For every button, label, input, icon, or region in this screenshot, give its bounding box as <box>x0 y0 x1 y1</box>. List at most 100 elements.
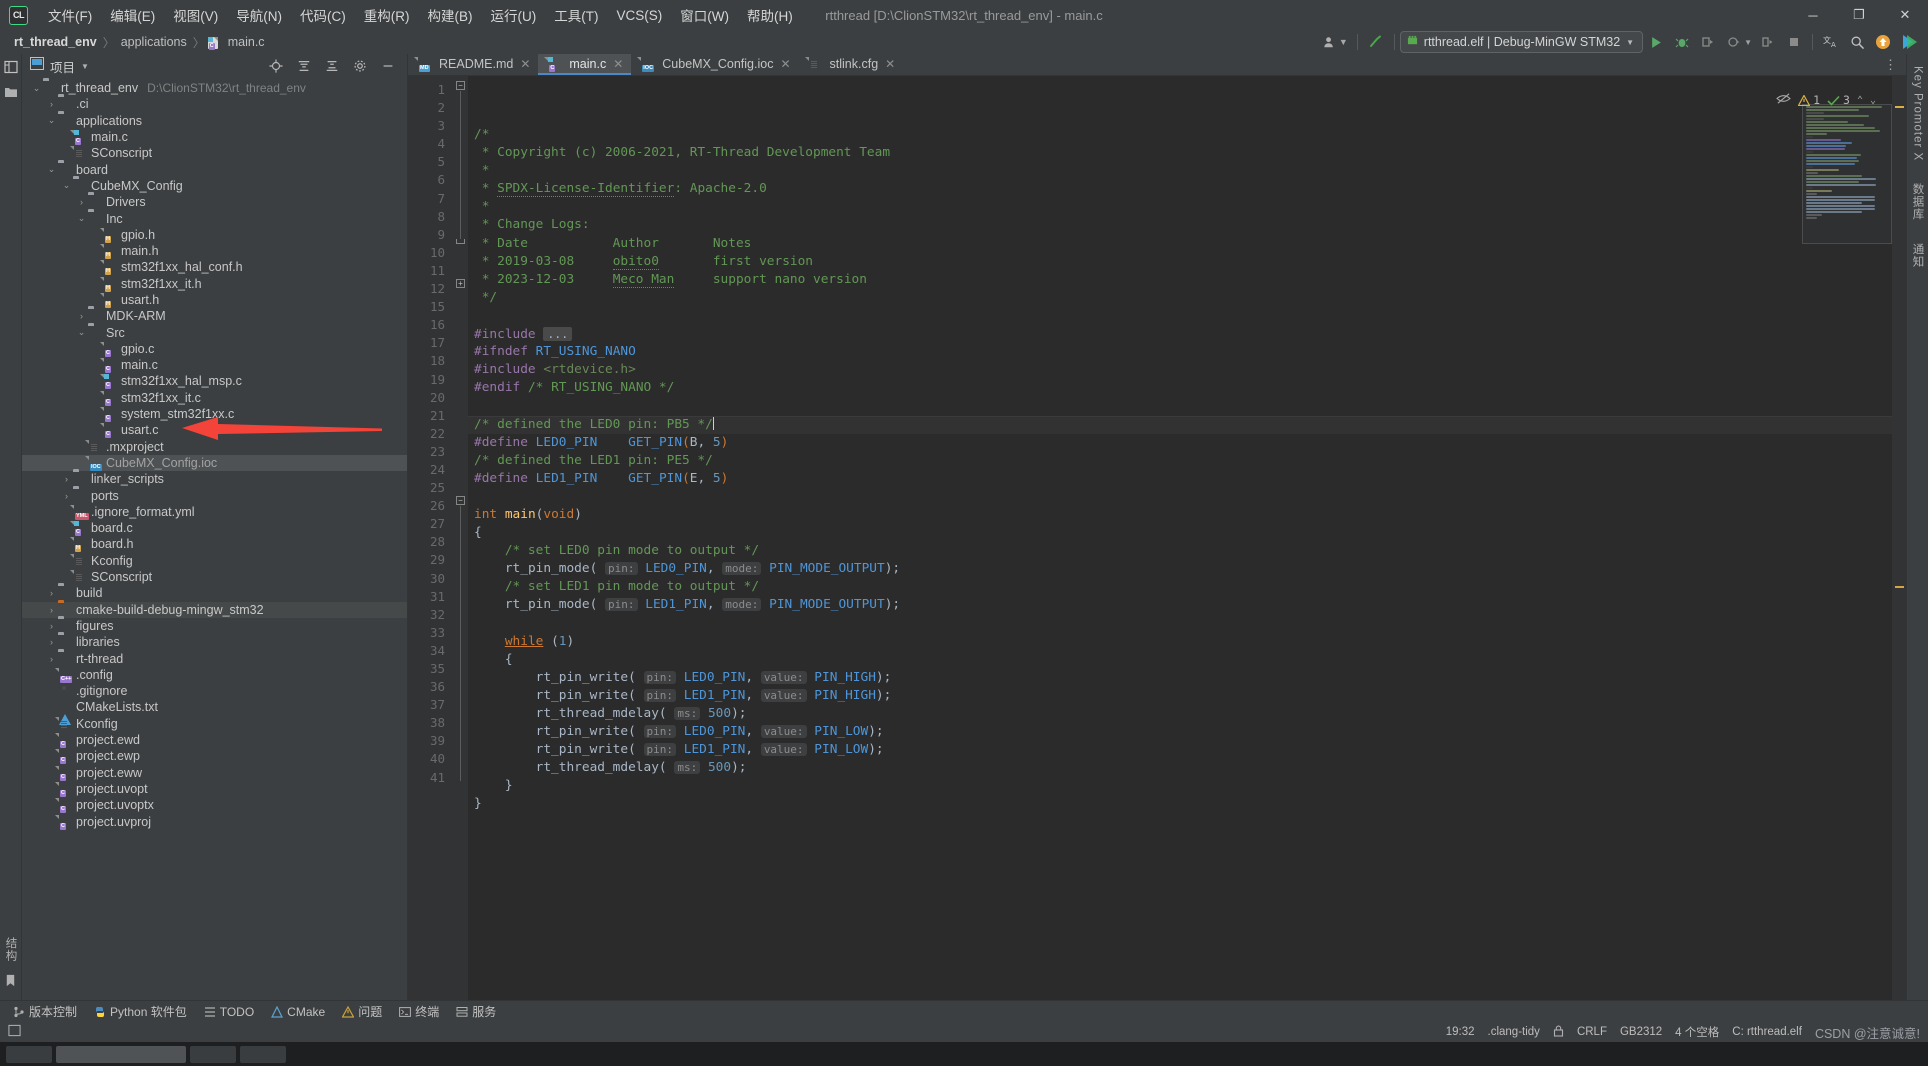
tree-node-project-uvopt[interactable]: Cproject.uvopt <box>22 781 407 797</box>
fold-collapse-icon[interactable]: − <box>456 81 465 90</box>
tree-node-usart-h[interactable]: Husart.h <box>22 292 407 308</box>
build-target[interactable]: C: rtthread.elf <box>1732 1026 1802 1038</box>
ide-feature-icon[interactable] <box>1896 31 1922 53</box>
code-line[interactable]: * Date Author Notes <box>468 235 1892 253</box>
hide-inspections-icon[interactable] <box>1679 78 1791 122</box>
close-tab-icon[interactable]: ✕ <box>885 57 895 71</box>
menu-item-code[interactable]: 代码(C) <box>291 2 355 28</box>
code-folding-gutter[interactable]: − + − <box>454 76 468 1000</box>
more-options-icon[interactable]: ⋮ <box>1884 57 1898 73</box>
code-line[interactable]: /* set LED0 pin mode to output */ <box>468 542 1892 560</box>
tree-node-project-uvoptx[interactable]: Cproject.uvoptx <box>22 797 407 814</box>
close-tab-icon[interactable]: ✕ <box>780 57 790 71</box>
chevron-down-icon[interactable]: ⌄ <box>60 180 73 191</box>
code-line[interactable]: rt_pin_mode( pin: LED1_PIN, mode: PIN_MO… <box>468 596 1892 614</box>
sidebar-tab-notifications[interactable]: 通知 <box>1908 237 1928 274</box>
build-hammer-icon[interactable] <box>1363 31 1389 53</box>
maximize-button[interactable]: ❐ <box>1836 0 1882 30</box>
prev-highlight-icon[interactable]: ⌃ <box>1857 95 1863 106</box>
caret-position[interactable]: 19:32 <box>1446 1026 1475 1038</box>
run-configuration-selector[interactable]: rtthread.elf | Debug-MinGW STM32 ▼ <box>1399 31 1644 53</box>
editor-tab-main-c[interactable]: Cmain.c ✕ <box>538 54 632 75</box>
tool-button-terminal[interactable]: 终端 <box>392 1002 446 1021</box>
code-line[interactable]: * 2019-03-08 obito0 first version <box>468 253 1892 271</box>
sidebar-tab-database[interactable]: 数据库 <box>1908 177 1928 227</box>
tree-node-project-eww[interactable]: Cproject.eww <box>22 764 407 781</box>
fold-expand-include-icon[interactable]: + <box>456 279 465 288</box>
fold-collapse-main-icon[interactable]: − <box>456 496 465 505</box>
chevron-down-icon[interactable]: ⌄ <box>75 327 88 338</box>
code-line[interactable]: int main(void) <box>468 506 1892 524</box>
tree-node-applications[interactable]: ⌄ applications <box>22 113 407 129</box>
sidebar-tab-key-promoter[interactable]: Key Promoter X <box>1910 60 1926 167</box>
event-log-icon[interactable] <box>8 1024 21 1040</box>
code-line[interactable]: */ <box>468 289 1892 307</box>
hide-panel-icon[interactable] <box>375 55 401 77</box>
close-button[interactable]: ✕ <box>1882 0 1928 30</box>
bookmarks-icon[interactable] <box>4 85 18 103</box>
tree-node-figures[interactable]: › figures <box>22 618 407 634</box>
project-panel-caret-icon[interactable]: ▼ <box>81 62 89 71</box>
editor-tab-readme-md[interactable]: MD README.md ✕ <box>408 54 538 75</box>
code-line[interactable] <box>468 814 1892 832</box>
code-minimap[interactable] <box>1802 104 1892 244</box>
line-separator[interactable]: CRLF <box>1577 1026 1607 1038</box>
breadcrumb-item-folder[interactable]: applications <box>117 34 191 50</box>
code-line[interactable]: rt_pin_write( pin: LED1_PIN, value: PIN_… <box>468 687 1892 705</box>
tree-node-cmakelists-txt[interactable]: CMakeLists.txt <box>22 699 407 726</box>
tree-node-sconscript[interactable]: SConscript <box>22 145 407 161</box>
menu-item-file[interactable]: 文件(F) <box>39 2 101 28</box>
tree-node-board-c[interactable]: Cboard.c <box>22 520 407 537</box>
inspection-marker-strip[interactable] <box>1892 76 1906 1000</box>
code-line[interactable]: { <box>468 524 1892 542</box>
code-line[interactable]: } <box>468 795 1892 813</box>
tree-node-main-h[interactable]: Hmain.h <box>22 243 407 260</box>
tree-node-main-c[interactable]: Cmain.c <box>22 129 407 146</box>
code-line[interactable]: #endif /* RT_USING_NANO */ <box>468 379 1892 397</box>
code-line[interactable] <box>468 397 1892 415</box>
run-button[interactable] <box>1643 31 1669 53</box>
code-line[interactable]: rt_pin_write( pin: LED1_PIN, value: PIN_… <box>468 741 1892 759</box>
expand-all-icon[interactable] <box>319 55 345 77</box>
debug-button[interactable] <box>1669 31 1695 53</box>
chevron-down-icon[interactable]: ⌄ <box>45 115 58 126</box>
code-line[interactable]: rt_pin_write( pin: LED0_PIN, value: PIN_… <box>468 723 1892 741</box>
tree-node-stm32f1xx-it-h[interactable]: Hstm32f1xx_it.h <box>22 276 407 292</box>
tree-node-cubemx-config[interactable]: ⌄ CubeMX_Config <box>22 178 407 194</box>
chevron-down-icon[interactable]: ⌄ <box>30 83 43 94</box>
code-line[interactable]: rt_pin_mode( pin: LED0_PIN, mode: PIN_MO… <box>468 560 1892 578</box>
tree-node-stm32f1xx-it-c[interactable]: Cstm32f1xx_it.c <box>22 390 407 406</box>
select-opened-file-icon[interactable] <box>263 55 289 77</box>
tree-node-kconfig[interactable]: Kconfig <box>22 553 407 569</box>
chevron-down-icon[interactable]: ⌄ <box>75 213 88 224</box>
menu-item-run[interactable]: 运行(U) <box>482 2 546 28</box>
code-line[interactable]: * Copyright (c) 2006-2021, RT-Thread Dev… <box>468 144 1892 162</box>
breadcrumb-item-project[interactable]: rt_thread_env <box>10 34 101 50</box>
next-highlight-icon[interactable]: ⌄ <box>1870 95 1876 106</box>
chevron-right-icon[interactable]: › <box>60 491 73 501</box>
tree-node-cubemx-config-ioc[interactable]: IOC CubeMX_Config.ioc <box>22 454 407 472</box>
chevron-right-icon[interactable]: › <box>45 605 58 615</box>
code-line[interactable]: rt_pin_write( pin: LED0_PIN, value: PIN_… <box>468 669 1892 687</box>
sidebar-tab-structure[interactable]: 结构 <box>1 931 21 968</box>
code-line[interactable]: /* <box>468 126 1892 144</box>
code-line[interactable]: #ifndef RT_USING_NANO <box>468 343 1892 361</box>
code-line[interactable] <box>468 615 1892 633</box>
chevron-right-icon[interactable]: › <box>45 637 58 647</box>
chevron-right-icon[interactable]: › <box>75 311 88 321</box>
tree-node-rt-thread[interactable]: › rt-thread <box>22 650 407 666</box>
chevron-right-icon[interactable]: › <box>45 588 58 598</box>
marker-change[interactable] <box>1895 586 1904 588</box>
taskbar-item[interactable] <box>6 1045 52 1063</box>
code-line[interactable]: * 2023-12-03 Meco Man support nano versi… <box>468 271 1892 289</box>
tree-node--ci[interactable]: › .ci <box>22 96 407 112</box>
code-line[interactable]: while (1) <box>468 633 1892 651</box>
tree-node-main-c[interactable]: Cmain.c <box>22 357 407 374</box>
menu-item-refactor[interactable]: 重构(R) <box>355 2 419 28</box>
chevron-right-icon[interactable]: › <box>45 654 58 664</box>
tree-node-board-h[interactable]: Hboard.h <box>22 536 407 553</box>
tool-button-cmake[interactable]: CMake <box>264 1004 332 1020</box>
code-line[interactable]: #include ... <box>468 325 1892 343</box>
indent-setting[interactable]: 4 个空格 <box>1675 1024 1719 1040</box>
inspection-ok-count[interactable]: 3 <box>1827 93 1850 107</box>
